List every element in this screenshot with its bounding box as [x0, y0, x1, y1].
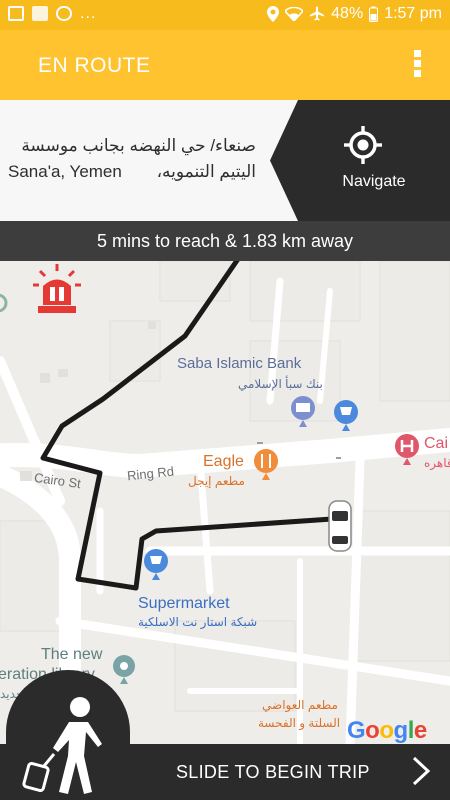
place-label-eagle[interactable]: Eagle [203, 453, 244, 471]
pedestrian-with-luggage-icon [22, 697, 102, 794]
place-label-saba-bank-ar: بنك سبأ الإسلامي [238, 377, 323, 391]
slide-label: SLIDE TO BEGIN TRIP [176, 762, 370, 782]
destination-address: صنعاء/ حي النهضه بجانب موسسة Sana'a, Yem… [8, 133, 256, 185]
siren-icon [33, 264, 81, 313]
address-line-2-arabic: اليتيم التنمويه، [156, 162, 256, 181]
wifi-icon [285, 7, 304, 21]
more-vert-icon[interactable] [414, 50, 424, 80]
address-line-1: صنعاء/ حي النهضه بجانب موسسة [21, 136, 256, 155]
supermarket-pin-icon [144, 549, 168, 580]
chevron-right-icon [412, 756, 431, 786]
airplane-mode-icon [310, 6, 325, 21]
app-bar: EN ROUTE [0, 30, 450, 100]
status-bar: ... 48% 1:57 pm [0, 0, 450, 30]
location-app-notification-icon [56, 6, 72, 21]
image-notification-icon [8, 6, 24, 21]
more-notifications: ... [80, 4, 97, 22]
page-title: EN ROUTE [38, 54, 151, 77]
place-label-cai-ar: قاهره [424, 456, 450, 470]
place-label-cai[interactable]: Cai [424, 435, 448, 453]
atm-pin-icon [291, 396, 315, 427]
battery-percent: 48% [331, 5, 364, 22]
place-label-awadi-1: مطعم العواضي [262, 698, 338, 712]
place-label-awadi-2: السلتة و الفحسة [258, 716, 341, 730]
place-label-eagle-ar: مطعم إيجل [188, 474, 245, 488]
place-label-supermarket[interactable]: Supermarket [138, 595, 230, 613]
place-label-supermarket-ar: شبكة استار نت الاسلكية [138, 615, 258, 629]
app-notification-icon [32, 6, 48, 21]
hospital-pin-icon [395, 434, 419, 465]
screen: ... 48% 1:57 pm EN ROUTE صنعاء/ حي النهض… [0, 0, 450, 800]
slide-handle[interactable] [6, 670, 130, 800]
clock: 1:57 pm [384, 5, 442, 22]
address-line-2: Sana'a, Yemen اليتيم التنمويه، [8, 159, 256, 185]
place-label-saba-bank[interactable]: Saba Islamic Bank [177, 355, 301, 372]
system-status: 48% 1:57 pm [267, 5, 442, 23]
shopping-pin-icon [334, 400, 358, 431]
car-icon [328, 500, 352, 552]
restaurant-pin-icon [254, 449, 278, 480]
address-city: Sana'a, Yemen [8, 162, 122, 181]
navigate-label: Navigate [342, 173, 406, 190]
crosshair-icon [344, 126, 382, 164]
battery-charging-icon [369, 6, 379, 22]
notification-icons: ... [8, 4, 97, 22]
destination-panel: صنعاء/ حي النهضه بجانب موسسة Sana'a, Yem… [0, 100, 450, 221]
location-pin-icon [267, 6, 280, 22]
navigate-button[interactable]: Navigate [270, 100, 450, 221]
google-logo: Google [347, 717, 427, 744]
eta-bar: 5 mins to reach & 1.83 km away [0, 221, 450, 261]
place-label-library-1[interactable]: The new [41, 646, 102, 664]
